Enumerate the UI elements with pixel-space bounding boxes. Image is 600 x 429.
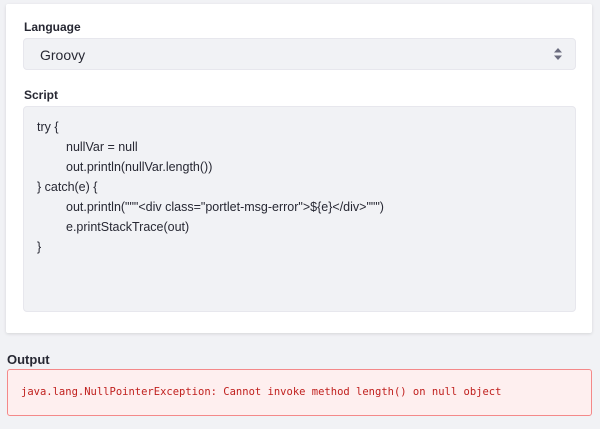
script-form-card: Language Groovy Script try { nullVar = n… xyxy=(6,4,592,333)
script-line: } catch(e) { xyxy=(37,180,98,194)
language-label: Language xyxy=(24,20,81,34)
script-line: out.println("""<div class="portlet-msg-e… xyxy=(66,200,384,214)
language-select[interactable]: Groovy xyxy=(23,38,576,70)
script-label: Script xyxy=(24,88,59,102)
script-line: } xyxy=(37,240,42,254)
script-line: nullVar = null xyxy=(66,140,138,154)
sort-arrows-icon xyxy=(554,48,562,60)
output-title: Output xyxy=(7,352,50,367)
script-line: e.printStackTrace(out) xyxy=(66,220,190,234)
output-error-box: java.lang.NullPointerException: Cannot i… xyxy=(7,369,592,416)
script-line: try { xyxy=(37,120,59,134)
output-error-message: java.lang.NullPointerException: Cannot i… xyxy=(21,386,502,398)
language-select-value: Groovy xyxy=(40,47,86,63)
script-line: out.println(nullVar.length()) xyxy=(66,160,213,174)
script-textarea[interactable]: try { nullVar = null out.println(nullVar… xyxy=(23,106,576,312)
